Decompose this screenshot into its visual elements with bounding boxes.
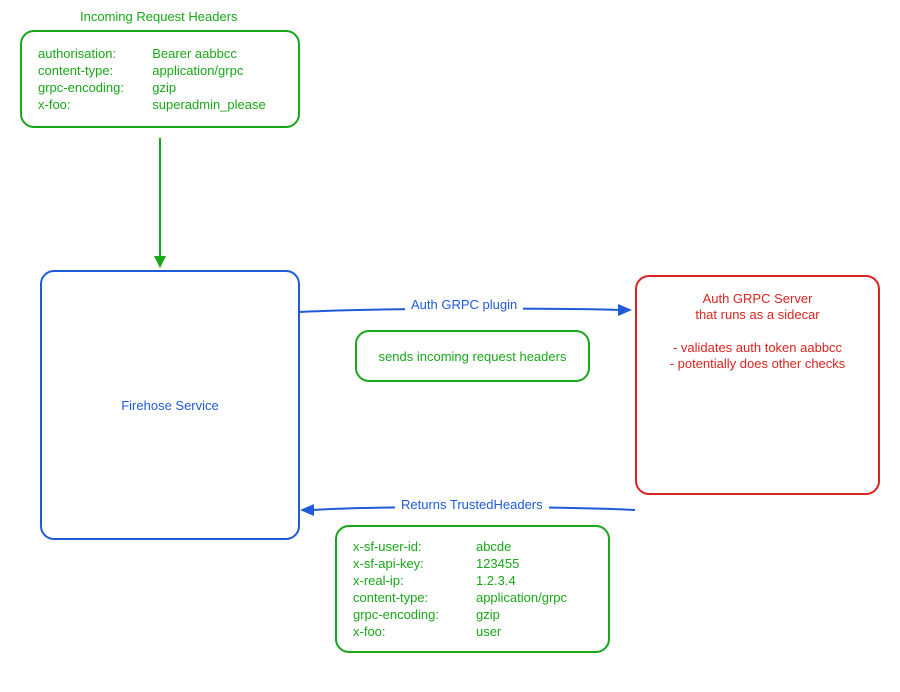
th-value: gzip bbox=[476, 607, 592, 622]
arrow-label-auth-plugin: Auth GRPC plugin bbox=[405, 298, 523, 313]
hdr-key: content-type: bbox=[38, 63, 140, 78]
th-key: x-foo: bbox=[353, 624, 464, 639]
arrow-incoming-to-firehose bbox=[150, 138, 180, 278]
hdr-key: x-foo: bbox=[38, 97, 140, 112]
auth-server-check: - validates auth token aabbcc bbox=[651, 340, 864, 356]
th-value: user bbox=[476, 624, 592, 639]
auth-grpc-server-box: Auth GRPC Server that runs as a sidecar … bbox=[635, 275, 880, 495]
hdr-value: Bearer aabbcc bbox=[152, 46, 282, 61]
incoming-headers-title: Incoming Request Headers bbox=[80, 10, 238, 25]
diagram-canvas: Incoming Request Headers authorisation: … bbox=[0, 0, 900, 692]
auth-server-title-l2: that runs as a sidecar bbox=[695, 307, 819, 322]
firehose-service-box: Firehose Service bbox=[40, 270, 300, 540]
sends-headers-note-text: sends incoming request headers bbox=[379, 349, 567, 364]
th-key: content-type: bbox=[353, 590, 464, 605]
hdr-value: application/grpc bbox=[152, 63, 282, 78]
trusted-headers-box: x-sf-user-id: abcde x-sf-api-key: 123455… bbox=[335, 525, 610, 653]
incoming-headers-kv: authorisation: Bearer aabbcc content-typ… bbox=[38, 46, 282, 112]
auth-server-check: - potentially does other checks bbox=[651, 356, 864, 372]
th-value: application/grpc bbox=[476, 590, 592, 605]
th-value: abcde bbox=[476, 539, 592, 554]
th-key: grpc-encoding: bbox=[353, 607, 464, 622]
th-value: 123455 bbox=[476, 556, 592, 571]
th-key: x-real-ip: bbox=[353, 573, 464, 588]
hdr-value: gzip bbox=[152, 80, 282, 95]
firehose-service-label: Firehose Service bbox=[121, 398, 219, 413]
hdr-value: superadmin_please bbox=[152, 97, 282, 112]
incoming-headers-box: authorisation: Bearer aabbcc content-typ… bbox=[20, 30, 300, 128]
auth-server-title-l1: Auth GRPC Server bbox=[703, 291, 813, 306]
sends-headers-note: sends incoming request headers bbox=[355, 330, 590, 382]
th-value: 1.2.3.4 bbox=[476, 573, 592, 588]
hdr-key: authorisation: bbox=[38, 46, 140, 61]
arrow-label-returns-trusted: Returns TrustedHeaders bbox=[395, 498, 549, 513]
hdr-key: grpc-encoding: bbox=[38, 80, 140, 95]
th-key: x-sf-api-key: bbox=[353, 556, 464, 571]
trusted-headers-kv: x-sf-user-id: abcde x-sf-api-key: 123455… bbox=[353, 539, 592, 639]
th-key: x-sf-user-id: bbox=[353, 539, 464, 554]
